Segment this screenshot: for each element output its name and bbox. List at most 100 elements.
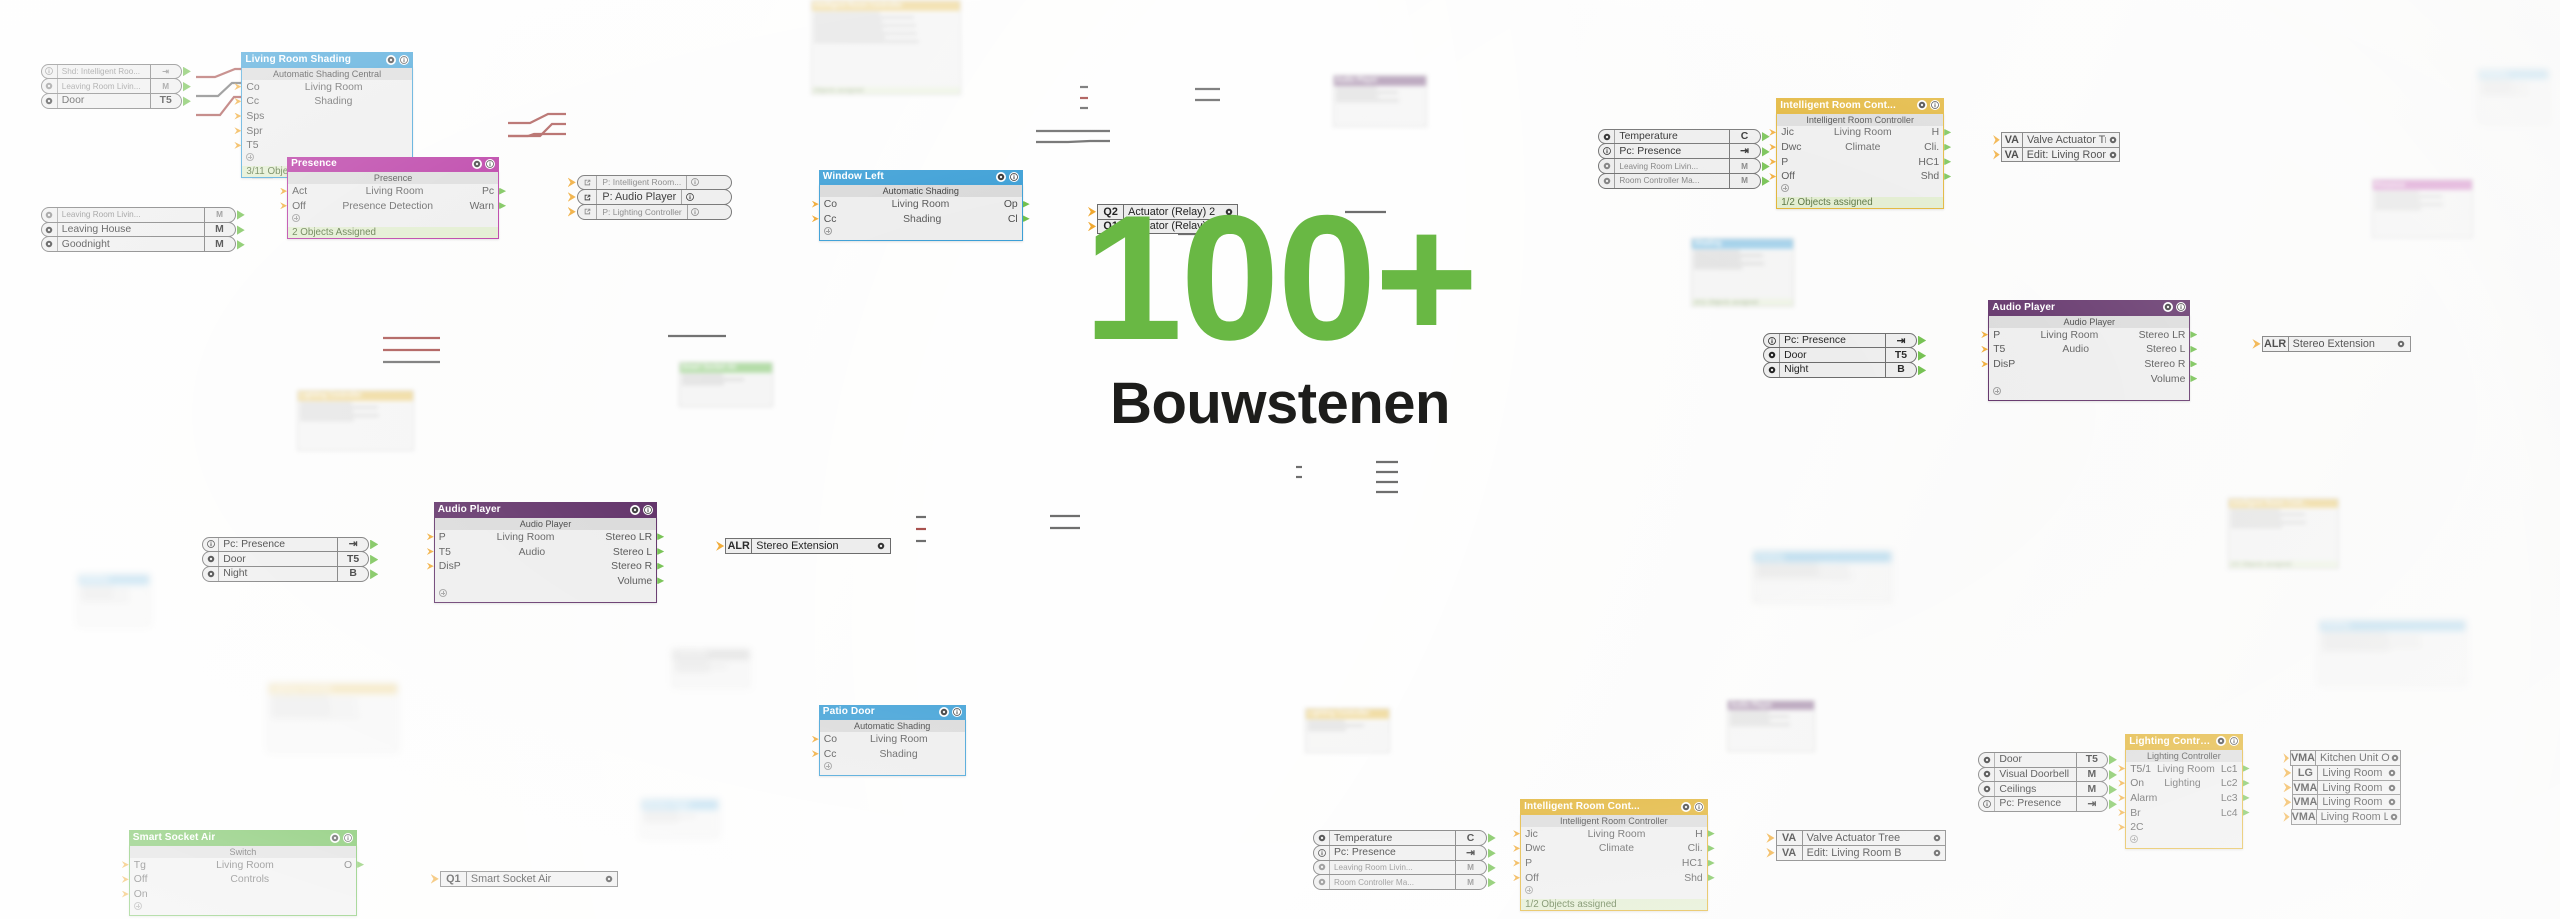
input-port-marker[interactable]: [2118, 794, 2126, 802]
connector-item[interactable]: Room Controller Ma... M: [1313, 874, 1487, 890]
gear-icon[interactable]: [1314, 875, 1330, 889]
output-port-marker[interactable]: [1944, 143, 1952, 151]
output-in-port[interactable]: [1766, 833, 1775, 843]
gear-icon[interactable]: [1764, 363, 1781, 377]
block-header-icons[interactable]: [2163, 302, 2187, 313]
block-header[interactable]: Intelligent Room Cont...: [1776, 97, 1945, 113]
add-port-row[interactable]: [130, 901, 356, 915]
block-lighting-controller-right[interactable]: Lighting Controller Lighting Controller T5…: [2118, 734, 2250, 850]
output-port-marker[interactable]: [657, 562, 665, 570]
block-header[interactable]: Audio Player: [1988, 300, 2191, 315]
output-in-port[interactable]: [1993, 135, 2000, 145]
input-port-label[interactable]: Co: [824, 733, 837, 746]
connector-item[interactable]: Room Controller Ma... M: [1598, 172, 1761, 189]
gear-icon[interactable]: [330, 832, 341, 843]
output-in-port[interactable]: [567, 192, 576, 202]
connector-out-port[interactable]: [236, 239, 245, 250]
input-port-marker[interactable]: [1513, 874, 1521, 882]
input-port-marker[interactable]: [234, 97, 242, 105]
output-item[interactable]: Q1 Smart Socket Air: [439, 871, 619, 887]
output-in-port[interactable]: [567, 177, 576, 188]
input-port-marker[interactable]: [280, 202, 288, 210]
input-port-marker[interactable]: [2118, 809, 2126, 817]
output-port-label[interactable]: Volume: [618, 575, 653, 588]
block-header[interactable]: Intelligent Room Cont...: [1520, 799, 1708, 814]
output-port-marker[interactable]: [1707, 844, 1715, 852]
connector-item[interactable]: Night B: [202, 565, 370, 582]
output-port-label[interactable]: Stereo R: [2144, 358, 2185, 371]
info-icon[interactable]: [1930, 100, 1941, 111]
connector-out-port[interactable]: [182, 66, 191, 77]
connector-out-port[interactable]: [236, 225, 245, 236]
block-audio-player-main[interactable]: Audio Player Audio Player P Living Room Ster…: [426, 502, 665, 603]
gear-icon[interactable]: [630, 504, 641, 515]
connector-out-port[interactable]: [1487, 848, 1496, 859]
output-port-marker[interactable]: [2242, 764, 2250, 772]
gear-icon[interactable]: [2393, 337, 2409, 351]
input-port-marker[interactable]: [811, 750, 819, 758]
export-icon[interactable]: [578, 204, 598, 219]
input-port-label[interactable]: P: [439, 531, 446, 544]
output-port-label[interactable]: Cl: [1008, 213, 1018, 226]
block-header[interactable]: Audio Player: [433, 502, 658, 517]
connector-out-port[interactable]: [182, 96, 191, 107]
input-port-label[interactable]: T5/1: [2130, 763, 2151, 776]
connector-out-port[interactable]: [1761, 176, 1770, 187]
plus-icon[interactable]: [2130, 835, 2139, 844]
output-port-marker[interactable]: [499, 187, 507, 195]
info-icon[interactable]: [343, 832, 354, 843]
input-port-label[interactable]: T5: [1993, 343, 2005, 356]
add-port-row[interactable]: [820, 226, 1022, 240]
output-port-marker[interactable]: [2242, 809, 2250, 817]
gear-icon[interactable]: [1680, 801, 1691, 812]
connector-out-port[interactable]: [1487, 833, 1496, 843]
input-port-label[interactable]: Cc: [246, 95, 259, 108]
block-header[interactable]: Window Left: [818, 169, 1023, 185]
connector-out-port[interactable]: [1918, 335, 1927, 346]
connector-out-port[interactable]: [2108, 770, 2117, 780]
output-item[interactable]: VMALiving Room Low...: [2290, 809, 2401, 825]
block-header[interactable]: Patio Door: [818, 704, 966, 720]
output-in-port[interactable]: [2283, 753, 2289, 764]
input-port-marker[interactable]: [234, 141, 242, 149]
connector-item[interactable]: Door T5: [1978, 751, 2108, 768]
block-header[interactable]: Lighting Controller: [2125, 734, 2243, 749]
gear-icon[interactable]: [472, 158, 483, 169]
gear-icon[interactable]: [203, 566, 220, 581]
info-icon[interactable]: [1314, 845, 1330, 860]
output-in-port[interactable]: [1993, 149, 2000, 160]
input-port-label[interactable]: T5: [439, 546, 451, 559]
plus-icon[interactable]: [1781, 184, 1790, 193]
gear-icon[interactable]: [1314, 831, 1330, 845]
input-port-label[interactable]: Br: [2130, 807, 2140, 820]
output-port-marker[interactable]: [2190, 331, 2198, 339]
output-item[interactable]: Q2 Actuator (Relay) 2: [1097, 203, 1238, 220]
output-item[interactable]: VAValve Actuator Tree: [1775, 830, 1946, 846]
output-port-label[interactable]: Stereo L: [613, 546, 652, 559]
output-port-label[interactable]: Stereo L: [2146, 343, 2185, 356]
input-port-marker[interactable]: [234, 83, 242, 91]
plus-icon[interactable]: [292, 213, 301, 222]
gear-icon[interactable]: [2384, 766, 2400, 780]
info-icon[interactable]: [1599, 144, 1616, 159]
plus-icon[interactable]: [823, 761, 832, 770]
input-port-marker[interactable]: [234, 127, 242, 135]
block-header-icons[interactable]: [630, 504, 654, 515]
info-icon[interactable]: [2176, 302, 2187, 313]
output-port-marker[interactable]: [2190, 345, 2198, 353]
input-port-marker[interactable]: [1769, 128, 1777, 136]
gear-icon[interactable]: [1764, 348, 1781, 363]
input-port-label[interactable]: On: [134, 888, 148, 901]
output-port-marker[interactable]: [1707, 859, 1715, 867]
connector-item[interactable]: Pc: Presence ⇥: [1763, 332, 1917, 349]
output-port-label[interactable]: HC1: [1918, 156, 1939, 169]
output-item[interactable]: P: Lighting Controller: [576, 203, 733, 220]
input-port-label[interactable]: T5: [246, 139, 258, 152]
gear-icon[interactable]: [873, 539, 889, 553]
output-item[interactable]: VAEdit: Living Room B: [2000, 146, 2121, 163]
connector-item[interactable]: Door T5: [1763, 347, 1917, 364]
connector-item[interactable]: Shd: Intelligent Roo... ⇥: [40, 63, 182, 80]
add-port-row[interactable]: [288, 213, 498, 227]
output-port-marker[interactable]: [357, 861, 365, 869]
output-in-port[interactable]: [2283, 782, 2292, 793]
